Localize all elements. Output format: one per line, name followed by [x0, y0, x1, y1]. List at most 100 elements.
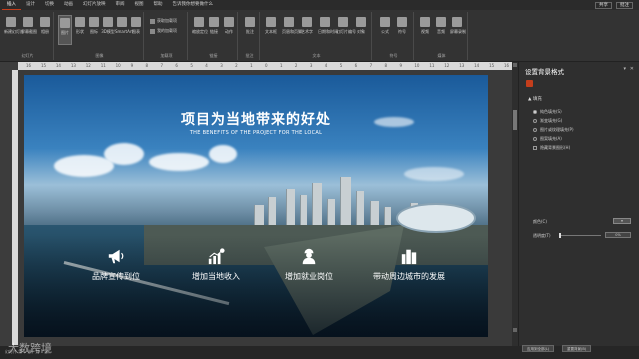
- scrollbar-thumb[interactable]: [513, 110, 517, 130]
- screen-recording-button[interactable]: 屏幕录制: [450, 15, 466, 45]
- share-button[interactable]: 共享: [595, 1, 612, 9]
- gradient-fill-radio[interactable]: 渐变填充(G): [533, 118, 562, 124]
- slide-subtitle[interactable]: THE BENEFITS OF THE PROJECT FOR THE LOCA…: [24, 130, 488, 136]
- tab-design[interactable]: 设计: [21, 0, 40, 10]
- ruler-tick-label: 16: [504, 63, 510, 68]
- close-icon[interactable]: ✕: [630, 66, 634, 72]
- solid-fill-radio[interactable]: 纯色填充(S): [533, 109, 562, 115]
- ribbon-tab-bar: 插入 设计 切换 动画 幻灯片放映 审阅 视图 帮助 告诉我你想要做什么 共享 …: [0, 0, 639, 10]
- fill-section-header[interactable]: ▲ 填充: [528, 96, 542, 102]
- cloud-shape: [404, 167, 464, 181]
- scroll-up-icon[interactable]: [513, 63, 517, 67]
- feature-item[interactable]: 增加当地收入: [166, 247, 266, 282]
- tab-view[interactable]: 视图: [130, 0, 149, 10]
- new-slide-button[interactable]: 新建幻灯片: [4, 15, 24, 45]
- video-button[interactable]: 视频: [418, 15, 432, 45]
- feature-item[interactable]: 带动周边城市的发展: [359, 247, 459, 282]
- megaphone-icon: [108, 249, 124, 264]
- symbol-button[interactable]: 符号: [395, 15, 409, 45]
- audio-button[interactable]: 音频: [434, 15, 448, 45]
- feature-label: 带动周边城市的发展: [373, 272, 445, 281]
- feature-item[interactable]: 增加就业岗位: [259, 247, 359, 282]
- slide-number-button[interactable]: 幻灯片编号: [336, 15, 356, 45]
- chevron-down-icon[interactable]: ▾: [623, 66, 626, 72]
- slide[interactable]: 项目为当地带来的好处 THE BENEFITS OF THE PROJECT F…: [24, 75, 488, 337]
- ruler-tick-label: 9: [399, 63, 402, 68]
- video-icon: [420, 17, 430, 27]
- ruler-tick-label: 2: [294, 63, 298, 68]
- ruler-tick-label: 3: [220, 63, 223, 68]
- get-addins-button[interactable]: 获取加载项: [150, 18, 177, 24]
- tab-help[interactable]: 帮助: [149, 0, 168, 10]
- comments-button[interactable]: 批注: [616, 1, 633, 9]
- date-time-button[interactable]: 日期和时间: [318, 15, 338, 45]
- slide-title[interactable]: 项目为当地带来的好处: [24, 109, 488, 129]
- tab-review[interactable]: 审阅: [111, 0, 130, 10]
- watermark-logo: 大数跨境: [8, 342, 52, 355]
- group-media: 视频 音频 屏幕录制 媒体: [416, 12, 468, 60]
- equation-button[interactable]: 公式: [378, 15, 392, 45]
- ruler-tick-label: 12: [444, 63, 450, 68]
- worker-icon: [302, 248, 316, 265]
- group-addins: 获取加载项 我的加载项 加载项: [146, 12, 188, 60]
- slide-number-icon: [338, 17, 348, 27]
- 3d-models-button[interactable]: 3D模型: [101, 15, 115, 45]
- zoom-button[interactable]: 缩放定位: [192, 15, 208, 45]
- transparency-input[interactable]: 0%: [605, 232, 631, 238]
- ruler-tick-label: 5: [190, 63, 193, 68]
- store-icon: [150, 18, 155, 24]
- object-button[interactable]: 对象: [354, 15, 368, 45]
- group-images: 图片 形状 图标 3D模型 SmartArt 图表 图像: [56, 12, 144, 60]
- link-button[interactable]: 链接: [207, 15, 221, 45]
- ruler-tick-label: 3: [309, 63, 313, 68]
- action-button[interactable]: 动作: [222, 15, 236, 45]
- ruler-tick-label: 6: [354, 63, 358, 68]
- pictures-button[interactable]: 图片: [58, 15, 72, 45]
- ruler-tick-label: 10: [414, 63, 420, 68]
- tab-slideshow[interactable]: 幻灯片放映: [78, 0, 111, 10]
- apply-to-all-button[interactable]: 应用到全部(L): [522, 345, 555, 352]
- tell-me-search[interactable]: 告诉我你想要做什么: [168, 0, 219, 10]
- icons-button[interactable]: 图标: [87, 15, 101, 45]
- tab-transitions[interactable]: 切换: [40, 0, 59, 10]
- transparency-slider[interactable]: [559, 233, 601, 238]
- chart-icon: [131, 17, 141, 27]
- icons-icon: [89, 17, 99, 27]
- arena-shape: [396, 203, 476, 233]
- comment-icon: [245, 17, 255, 27]
- tab-animations[interactable]: 动画: [59, 0, 78, 10]
- textbox-button[interactable]: 文本框: [264, 15, 278, 45]
- group-slides: 新建幻灯片 屏幕截图 相册 幻灯片: [2, 12, 54, 60]
- ruler-tick-label: 9: [130, 63, 134, 68]
- screenshot-button[interactable]: 屏幕截图: [21, 15, 37, 45]
- building-shape: [370, 201, 379, 225]
- picture-fill-radio[interactable]: 图片或纹理填充(P): [533, 127, 574, 133]
- building-shape: [384, 207, 391, 225]
- format-background-pane: 设置背景格式 ▾ ✕ ▲ 填充 纯色填充(S) 渐变填充(G) 图片或纹理填充(…: [518, 62, 639, 346]
- vertical-ruler: [12, 70, 18, 345]
- pattern-fill-radio[interactable]: 图案填充(A): [533, 136, 562, 142]
- group-text: 文本框 页眉和页脚 艺术字 日期和时间 幻灯片编号 对象 文本: [262, 12, 372, 60]
- feature-label: 增加当地收入: [192, 272, 240, 281]
- smartart-button[interactable]: SmartArt: [115, 15, 133, 45]
- slider-handle[interactable]: [559, 233, 561, 238]
- link-icon: [209, 17, 219, 27]
- paint-bucket-icon[interactable]: [526, 80, 533, 87]
- tab-insert[interactable]: 插入: [2, 0, 21, 10]
- wordart-button[interactable]: 艺术字: [300, 15, 314, 45]
- screenshot-icon: [23, 17, 33, 27]
- reset-background-button[interactable]: 重置背景(B): [562, 345, 592, 352]
- ruler-tick-label: 8: [384, 63, 388, 68]
- comment-button[interactable]: 批注: [243, 15, 257, 45]
- color-picker-button[interactable]: ▾: [613, 218, 631, 224]
- scroll-down-icon[interactable]: [513, 328, 517, 332]
- chart-button[interactable]: 图表: [129, 15, 143, 45]
- ruler-tick-label: 13: [70, 63, 76, 68]
- feature-item[interactable]: 品牌宣传到位: [66, 247, 166, 282]
- hide-background-checkbox[interactable]: 隐藏背景图形(H): [533, 145, 570, 151]
- photo-album-button[interactable]: 相册: [38, 15, 52, 45]
- action-icon: [224, 17, 234, 27]
- header-footer-button[interactable]: 页眉和页脚: [282, 15, 302, 45]
- shapes-button[interactable]: 形状: [73, 15, 87, 45]
- my-addins-button[interactable]: 我的加载项: [150, 28, 177, 34]
